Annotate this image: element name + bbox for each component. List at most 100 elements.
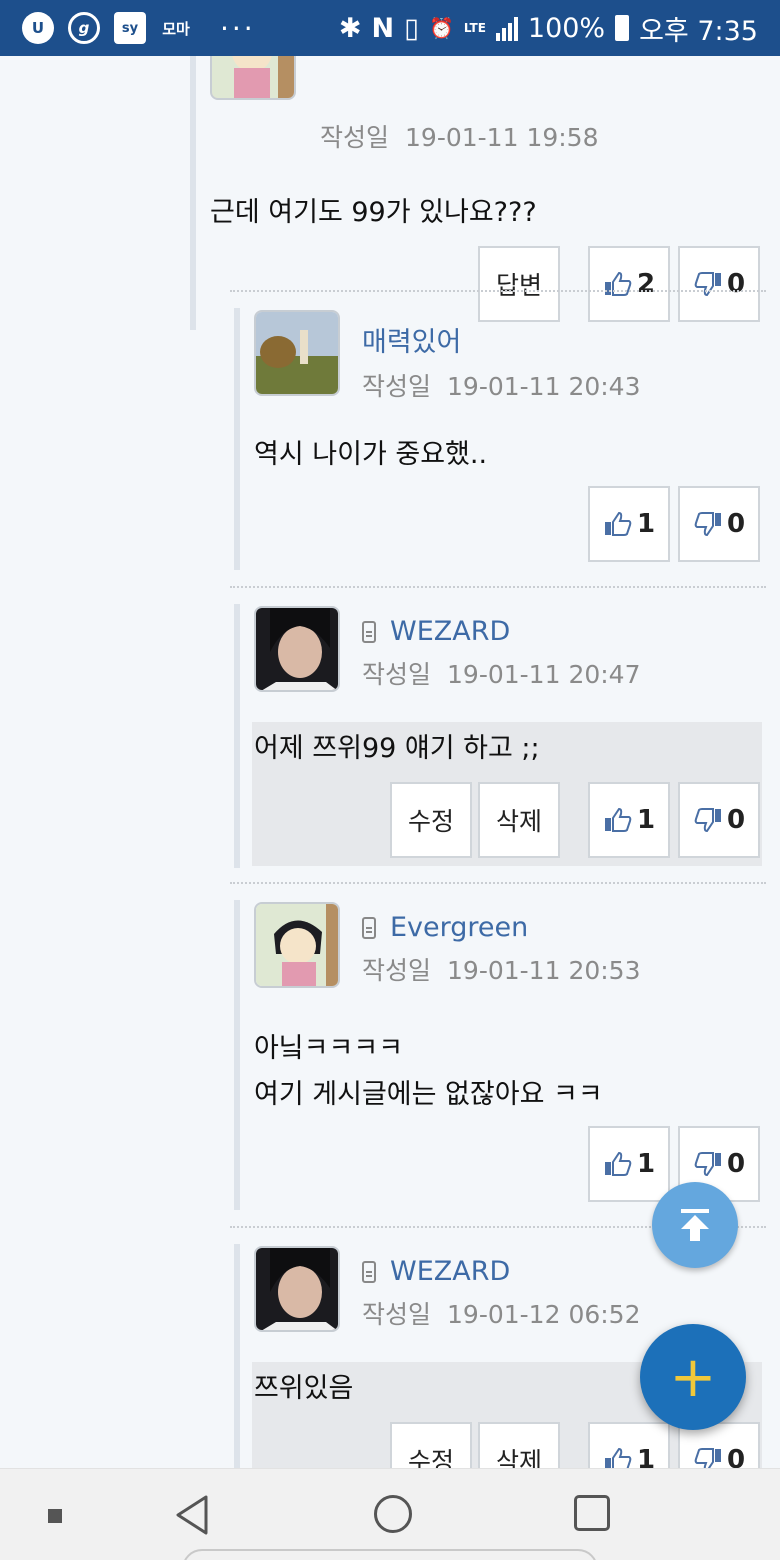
avatar-image [256,312,338,394]
dislike-count: 0 [726,1445,746,1468]
status-bar: U g sy 모마 ··· ✱ N ▯ ⏰ LTE 100% 오후 7:35 [0,0,780,56]
arrow-up-to-top-icon [681,1209,709,1241]
menu-icon[interactable] [48,1509,62,1523]
vibrate-icon: ▯ [404,12,419,44]
comment-list: 작성일 19-01-11 19:58 근데 여기도 99가 있나요??? 답변 2… [0,56,780,1468]
comment: 작성일 19-01-11 19:58 근데 여기도 99가 있나요??? 답변 2… [190,56,780,330]
thumbs-down-icon [694,1448,721,1468]
thumbs-up-icon [604,271,632,296]
comment-divider [230,586,766,588]
avatar[interactable] [210,56,296,100]
avatar-image [256,904,338,986]
recents-icon[interactable] [574,1495,610,1531]
lte-icon: LTE [463,21,486,35]
comment-date: 작성일 19-01-11 20:43 [362,367,641,403]
comment-text: 아닠ㅋㅋㅋㅋ [254,1033,404,1064]
edit-button[interactable]: 수정 [390,1422,472,1468]
like-count: 1 [636,1149,656,1179]
dislike-count: 0 [726,269,746,299]
date-label: 작성일 [362,372,432,401]
like-count: 2 [636,269,656,299]
thumbs-down-icon [694,512,721,537]
gesture-handle [182,1549,598,1560]
comment-text: 근데 여기도 99가 있나요??? [210,197,537,228]
dislike-button[interactable]: 0 [678,782,760,858]
scroll-to-top-button[interactable] [652,1182,738,1268]
comment-date: 작성일 19-01-11 20:53 [362,951,641,987]
author-label: WEZARD [390,1256,511,1287]
add-comment-button[interactable]: + [640,1324,746,1430]
comment-text: 역시 나이가 중요했.. [254,439,488,470]
comment: WEZARD 작성일 19-01-11 20:47 어제 쯔위99 얘기 하고 ;… [234,604,780,868]
like-button[interactable]: 1 [588,486,670,562]
moma-icon: 모마 [162,19,190,38]
edit-label: 수정 [407,1447,454,1468]
date-label: 작성일 [362,1300,432,1329]
battery-percent: 100% [527,12,606,44]
notification-icons: U g sy 모마 ··· [22,12,256,45]
comment-body: 아닠ㅋㅋㅋㅋ 여기 게시글에는 없잖아요 ㅋㅋ [254,1026,603,1118]
comment-meta: WEZARD 작성일 19-01-12 06:52 [362,1256,641,1331]
comment-body: 근데 여기도 99가 있나요??? [210,190,537,236]
avatar[interactable] [254,1246,340,1332]
plus-icon: + [669,1344,717,1410]
clock: 오후 7:35 [639,15,758,47]
like-button[interactable]: 1 [588,1422,670,1468]
edit-button[interactable]: 수정 [390,782,472,858]
like-button[interactable]: 1 [588,782,670,858]
comment-meta: 매력있어 작성일 19-01-11 20:43 [362,320,641,403]
home-icon[interactable] [374,1495,412,1533]
date-label: 작성일 [320,123,390,152]
u-plus-icon: U [22,12,54,44]
bluetooth-icon: ✱ [338,12,362,44]
like-button[interactable]: 1 [588,1126,670,1202]
comment-meta: 작성일 19-01-11 19:58 [320,118,599,154]
avatar-image [212,56,294,98]
signal-icon [495,15,518,41]
reply-indent-bar [234,308,240,570]
dislike-button[interactable]: 0 [678,486,760,562]
author-name[interactable]: WEZARD [362,616,641,647]
comment-meta: Evergreen 작성일 19-01-11 20:53 [362,912,641,987]
comment-divider [230,290,766,292]
mobile-icon [362,1260,376,1283]
g-icon: g [68,12,100,44]
delete-button[interactable]: 삭제 [478,1422,560,1468]
reply-indent-bar [190,56,196,330]
thumbs-up-icon [604,511,632,536]
back-icon[interactable] [172,1493,212,1537]
like-count: 1 [636,805,656,835]
date-label: 작성일 [362,956,432,985]
avatar-image [256,608,338,690]
comment-divider [230,882,766,884]
author-name[interactable]: Evergreen [362,912,641,943]
thumbs-up-icon [604,1447,632,1468]
date-value: 19-01-11 20:43 [447,372,641,401]
delete-button[interactable]: 삭제 [478,782,560,858]
date-value: 19-01-11 19:58 [405,123,599,152]
author-name[interactable]: 매력있어 [362,320,641,359]
system-status: ✱ N ▯ ⏰ LTE 100% 오후 7:35 [339,9,758,48]
avatar[interactable] [254,310,340,396]
thumbs-up-icon [604,1151,632,1176]
avatar[interactable] [254,902,340,988]
like-count: 1 [636,509,656,539]
comment-date: 작성일 19-01-11 20:47 [362,655,641,691]
comment-date: 작성일 19-01-12 06:52 [362,1295,641,1331]
delete-label: 삭제 [495,807,542,836]
comment: Evergreen 작성일 19-01-11 20:53 아닠ㅋㅋㅋㅋ 여기 게시… [234,900,780,1210]
author-name[interactable]: WEZARD [362,1256,641,1287]
author-label: Evergreen [390,912,529,943]
dislike-count: 0 [726,805,746,835]
sy-icon: sy [114,12,146,44]
dislike-count: 0 [726,1149,746,1179]
avatar[interactable] [254,606,340,692]
comment-body: 역시 나이가 중요했.. [254,432,487,478]
comment-body: 어제 쯔위99 얘기 하고 ;; [254,726,540,772]
thumbs-down-icon [694,272,721,297]
date-label: 작성일 [362,660,432,689]
battery-icon [615,15,630,41]
comment-date: 작성일 19-01-11 19:58 [320,118,599,154]
dislike-count: 0 [726,509,746,539]
like-count: 1 [636,1445,656,1468]
